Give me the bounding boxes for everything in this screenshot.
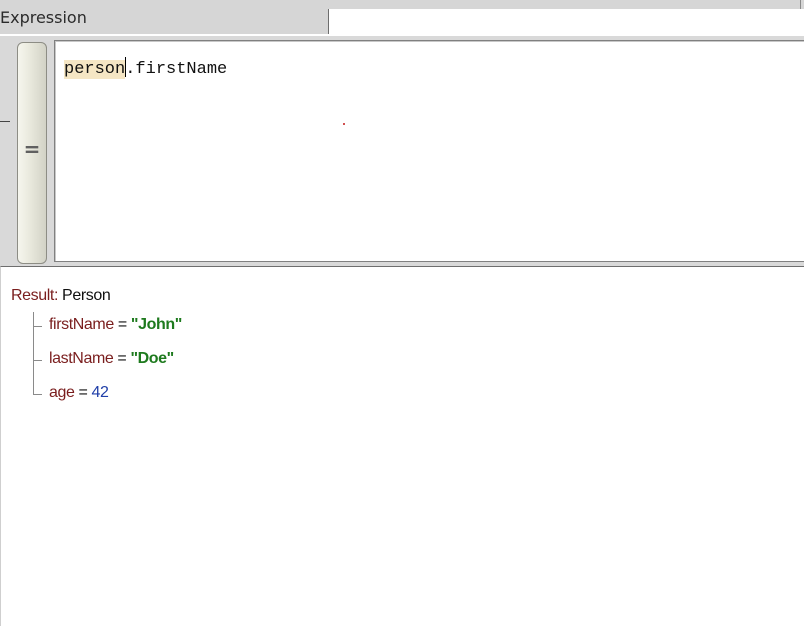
- token-member: .firstName: [125, 60, 228, 79]
- field-equals: =: [113, 316, 131, 333]
- tree-row-text: age = 42: [49, 384, 109, 402]
- field-name: firstName: [49, 316, 114, 333]
- field-value-string: "John": [130, 316, 182, 333]
- tree-connector: [33, 326, 42, 327]
- field-equals: =: [74, 384, 92, 401]
- result-label: Result:: [11, 287, 58, 304]
- code-line: person.firstName: [64, 57, 227, 79]
- tree-connector: [33, 394, 42, 395]
- expression-panel: = person.firstName: [0, 36, 804, 266]
- field-value-number: 42: [91, 384, 109, 401]
- tab-expression-label: Expression: [0, 8, 87, 27]
- tab-strip-divider: [800, 0, 801, 9]
- tab-expression[interactable]: Expression: [0, 0, 329, 34]
- field-equals: =: [113, 350, 131, 367]
- field-name: lastName: [49, 350, 114, 367]
- result-type: Person: [62, 287, 111, 304]
- tree-connector: [33, 346, 34, 380]
- highlighted-token-person: person: [64, 60, 126, 79]
- expression-editor[interactable]: person.firstName: [54, 40, 804, 262]
- result-header: Result: Person: [11, 287, 111, 305]
- error-marker: [343, 123, 345, 125]
- evaluate-button[interactable]: =: [17, 42, 47, 264]
- tree-connector: [33, 380, 34, 395]
- result-panel: Result: Person firstName = "John" lastNa…: [0, 266, 804, 626]
- tree-connector: [33, 312, 34, 346]
- tab-strip: [328, 0, 804, 9]
- panel-edge-marker: [0, 121, 10, 122]
- tree-row-text: firstName = "John": [49, 316, 182, 334]
- header-bar: Expression: [0, 0, 804, 36]
- field-name: age: [49, 384, 75, 401]
- field-value-string: "Doe": [130, 350, 174, 367]
- tree-row-text: lastName = "Doe": [49, 350, 174, 368]
- equals-icon: =: [23, 137, 41, 161]
- tree-connector: [33, 360, 42, 361]
